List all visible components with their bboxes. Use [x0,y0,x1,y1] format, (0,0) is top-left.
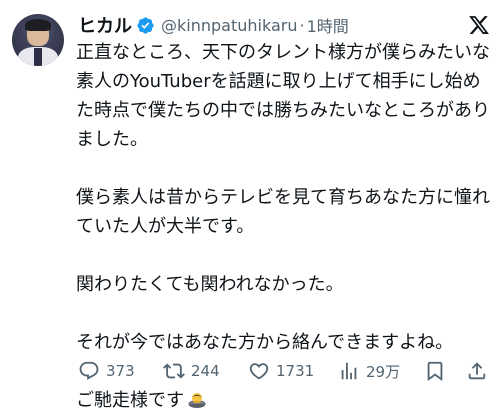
author-handle[interactable]: @kinnpatuhikaru [161,16,297,35]
reply-icon [78,360,100,382]
bookmark-icon [424,360,446,382]
like-count: 1731 [276,362,315,380]
share-button[interactable] [466,360,488,382]
tweet-paragraph-1: 正直なところ、天下のタレント様方が僕らみたいな素人のYouTuberを話題に取り… [76,42,490,150]
header-separator: · [299,15,305,35]
x-logo-icon[interactable] [468,14,490,36]
avatar-lapel [34,48,42,66]
tweet-paragraph-4: それが今ではあなた方から絡んできますよね。 [76,332,454,353]
avatar[interactable] [12,14,64,66]
tweet-timestamp[interactable]: 1時間 [307,13,349,37]
reply-count: 373 [106,362,135,380]
views-icon [338,360,360,382]
tweet-paragraph-3: 関わりたくても関われなかった。 [76,274,344,295]
author-display-name[interactable]: ヒカル [78,12,132,38]
tweet-header: ヒカル @kinnpatuhikaru · 1時間 [78,12,349,38]
avatar-hair [25,19,51,31]
tweet-paragraph-2: 僕ら素人は昔からテレビを見て育ちあなた方に憧れていた人が大半です。 [76,187,490,237]
retweet-count: 244 [191,362,220,380]
retweet-button[interactable]: 244 [163,360,220,382]
views-count: 29万 [366,362,401,381]
heart-icon [248,360,270,382]
views-button[interactable]: 29万 [338,360,400,382]
bowing-person-emoji [187,389,207,409]
verified-badge-icon [136,16,155,35]
retweet-icon [163,360,185,382]
like-button[interactable]: 1731 [248,360,314,382]
share-icon [466,360,488,382]
tweet-paragraph-5-text: ご馳走様です [76,390,184,411]
bookmark-button[interactable] [424,360,446,382]
reply-button[interactable]: 373 [78,360,135,382]
tweet-paragraph-5: ご馳走様です [76,386,492,415]
tweet-actions: 373 244 1731 29万 [76,358,492,386]
